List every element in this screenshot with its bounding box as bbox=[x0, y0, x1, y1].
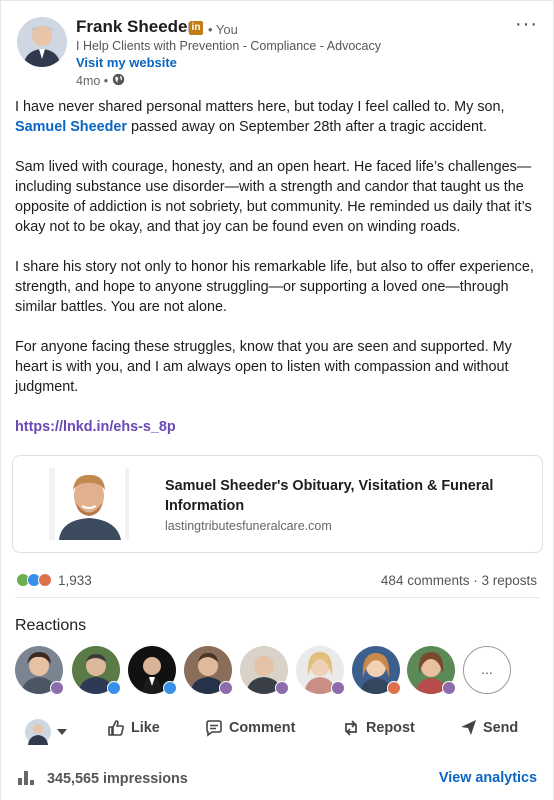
view-analytics-link[interactable]: View analytics bbox=[439, 770, 537, 786]
preview-title: Samuel Sheeder's Obituary, Visitation & … bbox=[165, 478, 494, 514]
paragraph-text: I have never shared personal matters her… bbox=[15, 99, 505, 115]
post-card: Frank Sheeder in • You I Help Clients wi… bbox=[0, 0, 554, 800]
reactor-avatar[interactable] bbox=[128, 646, 177, 695]
repost-label: Repost bbox=[366, 720, 415, 736]
more-options-icon[interactable]: ··· bbox=[515, 13, 538, 36]
bar-chart-icon bbox=[17, 769, 37, 789]
reactor-avatar[interactable] bbox=[184, 646, 233, 695]
comment-label: Comment bbox=[229, 720, 296, 736]
author-headline: I Help Clients with Prevention - Complia… bbox=[76, 39, 381, 53]
you-label: • You bbox=[208, 22, 238, 37]
action-bar: Like Comment Repost Send bbox=[1, 713, 554, 749]
paragraph-3: I share his story not only to honor his … bbox=[15, 259, 534, 315]
divider bbox=[15, 597, 540, 598]
author-avatar[interactable] bbox=[17, 17, 67, 67]
comment-button[interactable]: Comment bbox=[205, 719, 295, 737]
post-meta: 4mo • bbox=[76, 73, 125, 89]
post-short-link[interactable]: https://lnkd.in/ehs-s_8p bbox=[15, 419, 176, 435]
like-label: Like bbox=[131, 720, 160, 736]
love-reaction-icon bbox=[38, 573, 52, 587]
author-name[interactable]: Frank Sheeder bbox=[76, 17, 194, 37]
actor-switcher[interactable] bbox=[25, 719, 67, 745]
reactor-avatar[interactable] bbox=[15, 646, 64, 695]
repost-button[interactable]: Repost bbox=[342, 719, 415, 737]
repost-icon bbox=[342, 719, 360, 737]
reactor-avatar[interactable] bbox=[407, 646, 456, 695]
mention-link[interactable]: Samuel Sheeder bbox=[15, 119, 127, 135]
paragraph-text: passed away on September 28th after a tr… bbox=[126, 119, 487, 135]
reactor-avatar[interactable] bbox=[240, 646, 289, 695]
celebrate-reaction-icon bbox=[275, 681, 289, 695]
comments-reposts-count[interactable]: 484 comments · 3 reposts bbox=[381, 573, 537, 588]
post-body: I have never shared personal matters her… bbox=[15, 97, 539, 457]
paragraph-2: Sam lived with courage, honesty, and an … bbox=[15, 159, 532, 235]
paragraph-1: I have never shared personal matters her… bbox=[15, 97, 539, 137]
love-reaction-icon bbox=[387, 681, 401, 695]
reactor-avatar[interactable] bbox=[352, 646, 401, 695]
send-icon bbox=[460, 719, 477, 736]
reactor-avatar[interactable] bbox=[296, 646, 345, 695]
reaction-icons[interactable] bbox=[16, 573, 52, 587]
thumbs-up-icon bbox=[107, 719, 125, 737]
globe-icon bbox=[112, 73, 125, 89]
like-reaction-icon bbox=[163, 681, 177, 695]
visit-website-link[interactable]: Visit my website bbox=[76, 55, 177, 70]
like-button[interactable]: Like bbox=[107, 719, 160, 737]
linkedin-premium-icon: in bbox=[189, 21, 203, 35]
preview-thumbnail bbox=[49, 468, 129, 540]
celebrate-reaction-icon bbox=[50, 681, 64, 695]
comment-icon bbox=[205, 719, 223, 737]
post-age: 4mo • bbox=[76, 74, 109, 88]
impressions-label: 345,565 impressions bbox=[47, 771, 188, 787]
self-avatar-icon bbox=[25, 719, 51, 745]
reactor-avatar[interactable] bbox=[72, 646, 121, 695]
celebrate-reaction-icon bbox=[331, 681, 345, 695]
more-reactors-button[interactable]: ... bbox=[463, 646, 511, 694]
paragraph-4: For anyone facing these struggles, know … bbox=[15, 339, 512, 395]
like-reaction-icon bbox=[107, 681, 121, 695]
chevron-down-icon bbox=[57, 729, 67, 735]
impressions-stat[interactable]: 345,565 impressions bbox=[17, 769, 188, 789]
celebrate-reaction-icon bbox=[442, 681, 456, 695]
preview-domain: lastingtributesfuneralcare.com bbox=[165, 519, 332, 533]
send-label: Send bbox=[483, 719, 519, 736]
send-button[interactable]: Send bbox=[460, 719, 518, 736]
reaction-count[interactable]: 1,933 bbox=[58, 573, 92, 588]
link-preview-card[interactable]: Samuel Sheeder's Obituary, Visitation & … bbox=[12, 455, 543, 553]
reactions-heading: Reactions bbox=[15, 617, 87, 634]
celebrate-reaction-icon bbox=[219, 681, 233, 695]
